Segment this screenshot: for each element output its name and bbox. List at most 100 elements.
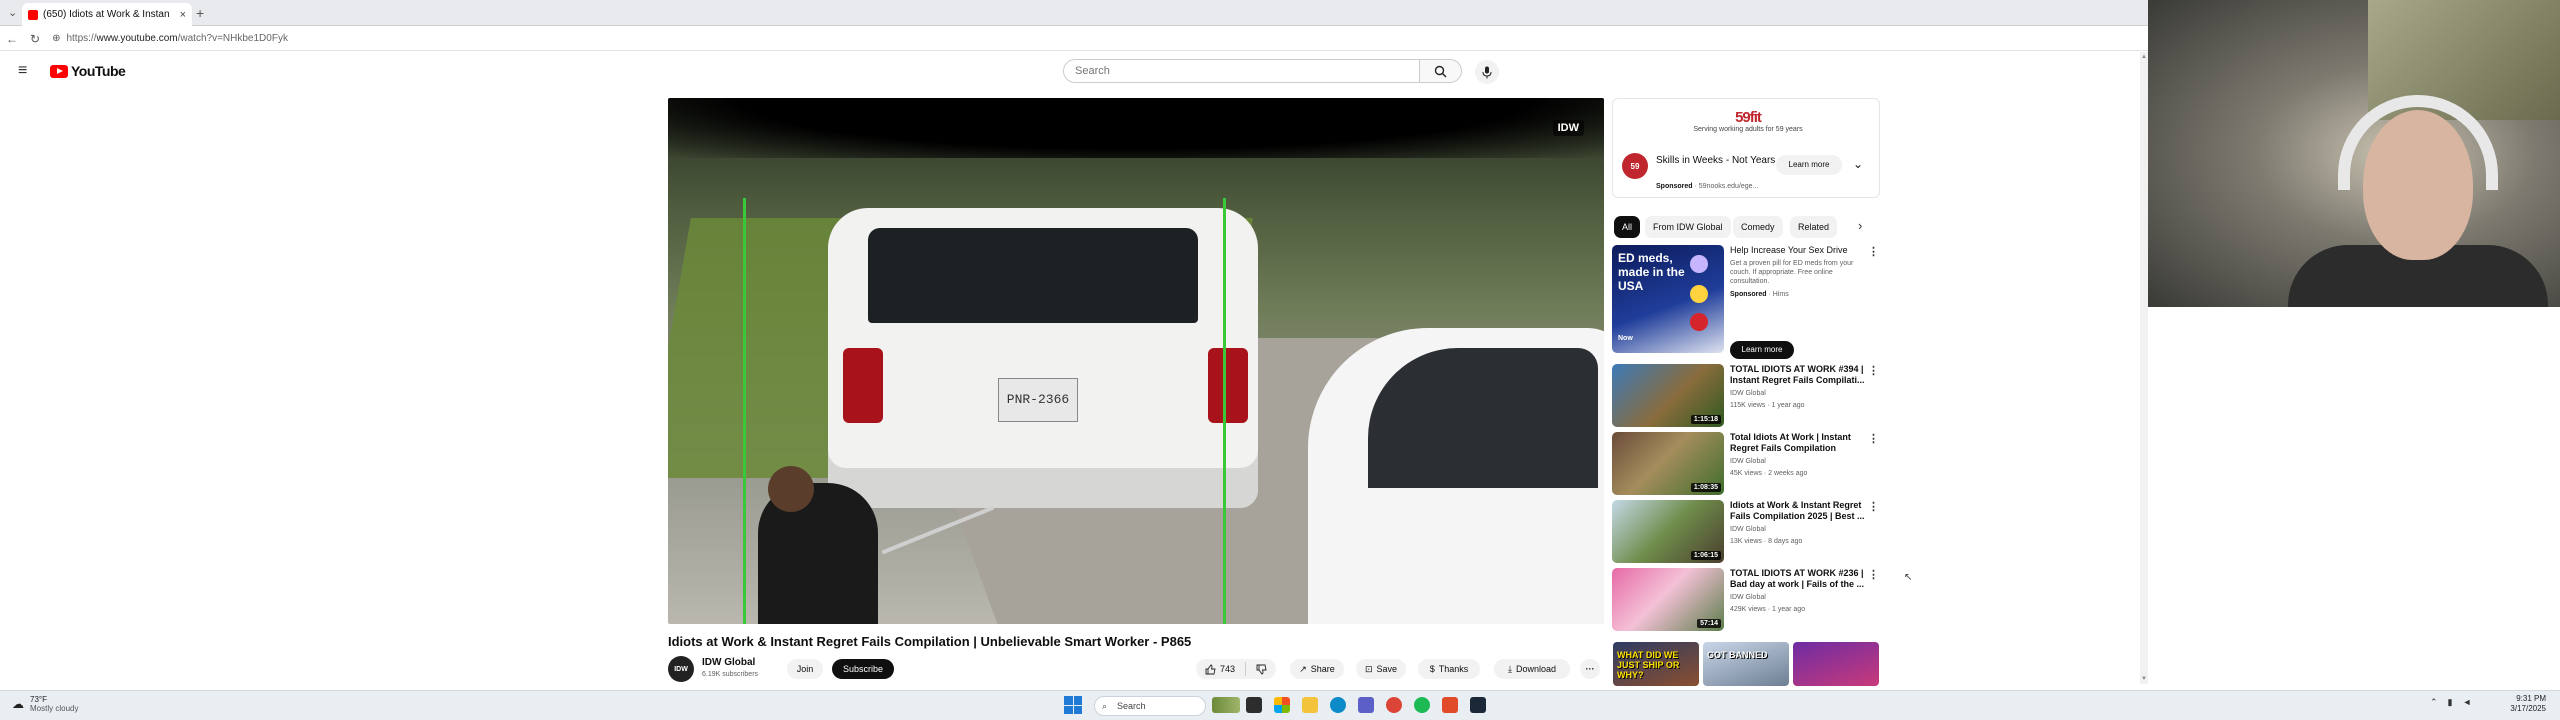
widgets-icon[interactable] (1212, 697, 1240, 713)
search-input[interactable] (1063, 59, 1420, 83)
chrome-icon[interactable] (1386, 697, 1402, 713)
join-button[interactable]: Join (787, 659, 823, 679)
ad-learn-more-button[interactable]: Learn more (1776, 155, 1842, 175)
teams-icon[interactable] (1358, 697, 1374, 713)
youtube-logo[interactable]: YouTube (50, 63, 126, 79)
kebab-menu-icon[interactable]: ⋮ (1868, 245, 1879, 258)
like-button[interactable]: 743 (1205, 664, 1235, 675)
task-view-icon[interactable] (1246, 697, 1262, 713)
address-bar: ← ↻ ⊕ https://www.youtube.com/watch?v=NH… (0, 27, 2148, 51)
short-title: WHAT DID WE JUST SHIP OR WHY? (1617, 650, 1680, 680)
thanks-button[interactable]: $ Thanks (1418, 659, 1480, 679)
video-frame-taillight-right (1208, 348, 1248, 423)
scroll-down-icon[interactable]: ▼ (2141, 676, 2147, 682)
chevron-down-icon[interactable]: ⌄ (1853, 157, 1863, 171)
share-button[interactable]: ↗ Share (1290, 659, 1344, 679)
sponsored-recommendation[interactable]: ED meds, made in the USA Now Help Increa… (1612, 245, 1882, 363)
ad-title[interactable]: Skills in Weeks - Not Years (1656, 155, 1776, 167)
kebab-menu-icon[interactable]: ⋮ (1868, 568, 1879, 581)
rec-duration: 57:14 (1697, 619, 1721, 628)
scroll-up-icon[interactable]: ▲ (2141, 54, 2147, 60)
rec-title[interactable]: Idiots at Work & Instant Regret Fails Co… (1730, 500, 1866, 522)
chip-all[interactable]: All (1614, 216, 1641, 238)
chip-next-arrow-icon[interactable]: › (1858, 218, 1862, 233)
bookmark-icon: ⊡ (1364, 663, 1373, 674)
taskbar-search[interactable]: ⌕ Search (1094, 696, 1206, 716)
copilot-icon[interactable] (1274, 697, 1290, 713)
short-title: GOT BANNED (1707, 650, 1768, 660)
ad-sponsored-label: Sponsored (1656, 183, 1693, 190)
subscribe-button[interactable]: Subscribe (832, 659, 894, 679)
chip-related[interactable]: Related (1790, 216, 1838, 238)
rec-channel[interactable]: IDW Global (1730, 526, 1766, 533)
rec-thumbnail[interactable]: 1:15:18 (1612, 364, 1724, 427)
rec-thumbnail[interactable]: 57:14 (1612, 568, 1724, 631)
save-button[interactable]: ⊡ Save (1356, 659, 1406, 679)
rec-thumbnail[interactable]: 1:08:35 (1612, 432, 1724, 495)
back-icon[interactable]: ← (6, 32, 18, 46)
rec-thumbnail[interactable]: 1:06:15 (1612, 500, 1724, 563)
rec-title[interactable]: Help Increase Your Sex Drive (1730, 245, 1866, 256)
windows-start-icon[interactable] (1064, 696, 1082, 714)
file-explorer-icon[interactable] (1302, 697, 1318, 713)
voice-search-button[interactable] (1475, 60, 1499, 84)
steam-icon[interactable] (1470, 697, 1486, 713)
short-thumbnail[interactable] (1793, 642, 1879, 686)
video-frame-highlight-line-left (743, 198, 746, 624)
more-actions-button[interactable]: ··· (1580, 659, 1600, 679)
weather-widget[interactable]: ☁ 73°F Mostly cloudy (12, 695, 78, 713)
new-tab-icon[interactable]: + (196, 5, 204, 21)
list-item[interactable]: 1:15:18 TOTAL IDIOTS AT WORK #394 | Inst… (1612, 364, 1882, 428)
menu-icon[interactable]: ≡ (18, 62, 27, 80)
pill-graphic (1690, 313, 1708, 331)
rec-channel[interactable]: IDW Global (1730, 594, 1766, 601)
short-thumbnail[interactable]: WHAT DID WE JUST SHIP OR WHY? (1613, 642, 1699, 686)
volume-icon[interactable]: ◄ (2463, 697, 2472, 708)
list-item[interactable]: 1:06:15 Idiots at Work & Instant Regret … (1612, 500, 1882, 564)
spotify-icon[interactable] (1414, 697, 1430, 713)
rec-channel[interactable]: IDW Global (1730, 458, 1766, 465)
video-player[interactable]: PNR-2366 IDW (668, 98, 1604, 624)
tab-search-chevron-icon[interactable]: ⌄ (8, 6, 17, 19)
channel-name[interactable]: IDW Global (702, 657, 755, 668)
thumbs-down-icon[interactable] (1256, 664, 1267, 675)
url-host: www.youtube.com (96, 33, 178, 44)
kebab-menu-icon[interactable]: ⋮ (1868, 364, 1879, 377)
edge-icon[interactable] (1330, 697, 1346, 713)
rec-title[interactable]: TOTAL IDIOTS AT WORK #236 | Bad day at w… (1730, 568, 1866, 590)
kebab-menu-icon[interactable]: ⋮ (1868, 432, 1879, 445)
rec-title[interactable]: TOTAL IDIOTS AT WORK #394 | Instant Regr… (1730, 364, 1866, 386)
rec-channel[interactable]: IDW Global (1730, 390, 1766, 397)
app-icon[interactable] (1442, 697, 1458, 713)
url-field[interactable]: https://www.youtube.com/watch?v=NHkbe1D0… (66, 33, 288, 44)
youtube-favicon-icon (28, 9, 38, 20)
kebab-menu-icon[interactable]: ⋮ (1868, 500, 1879, 513)
taskbar-clock[interactable]: 9:31 PM 3/17/2025 (2486, 694, 2546, 714)
thanks-icon: $ (1429, 664, 1435, 674)
system-tray[interactable]: ⌃ ▮ ◄ (2430, 697, 2471, 708)
channel-avatar[interactable]: IDW (668, 656, 694, 682)
tray-chevron-icon[interactable]: ⌃ (2430, 697, 2438, 708)
sponsored-thumbnail[interactable]: ED meds, made in the USA Now (1612, 245, 1724, 353)
short-thumbnail[interactable]: GOT BANNED (1703, 642, 1789, 686)
site-info-icon[interactable]: ⊕ (52, 33, 60, 44)
search-icon: ⌕ (1102, 701, 1108, 711)
page-scrollbar[interactable]: ▲ ▼ (2140, 52, 2148, 684)
ad-banner[interactable]: 59fit Serving working adults for 59 year… (1650, 104, 1846, 138)
ad-domain: · 59nooks.edu/ege... (1694, 183, 1759, 190)
chip-from-idw-global[interactable]: From IDW Global (1645, 216, 1731, 238)
download-button[interactable]: ⤓ Download (1494, 659, 1570, 679)
sponsored-thumbnail-text: ED meds, made in the USA (1618, 251, 1685, 293)
ad-sponsored-line: Sponsored · 59nooks.edu/ege... (1656, 183, 1758, 190)
video-frame-worker-head (768, 466, 814, 512)
search-button[interactable] (1420, 59, 1462, 83)
tab-close-icon[interactable]: × (180, 9, 186, 21)
rec-title[interactable]: Total Idiots At Work | Instant Regret Fa… (1730, 432, 1866, 454)
network-icon[interactable]: ▮ (2448, 697, 2453, 708)
rec-learn-more-button[interactable]: Learn more (1730, 341, 1794, 359)
chip-comedy[interactable]: Comedy (1733, 216, 1783, 238)
browser-tab[interactable]: (650) Idiots at Work & Instan × (22, 3, 192, 26)
reload-icon[interactable]: ↻ (30, 32, 40, 46)
list-item[interactable]: 1:08:35 Total Idiots At Work | Instant R… (1612, 432, 1882, 496)
list-item[interactable]: 57:14 TOTAL IDIOTS AT WORK #236 | Bad da… (1612, 568, 1882, 632)
